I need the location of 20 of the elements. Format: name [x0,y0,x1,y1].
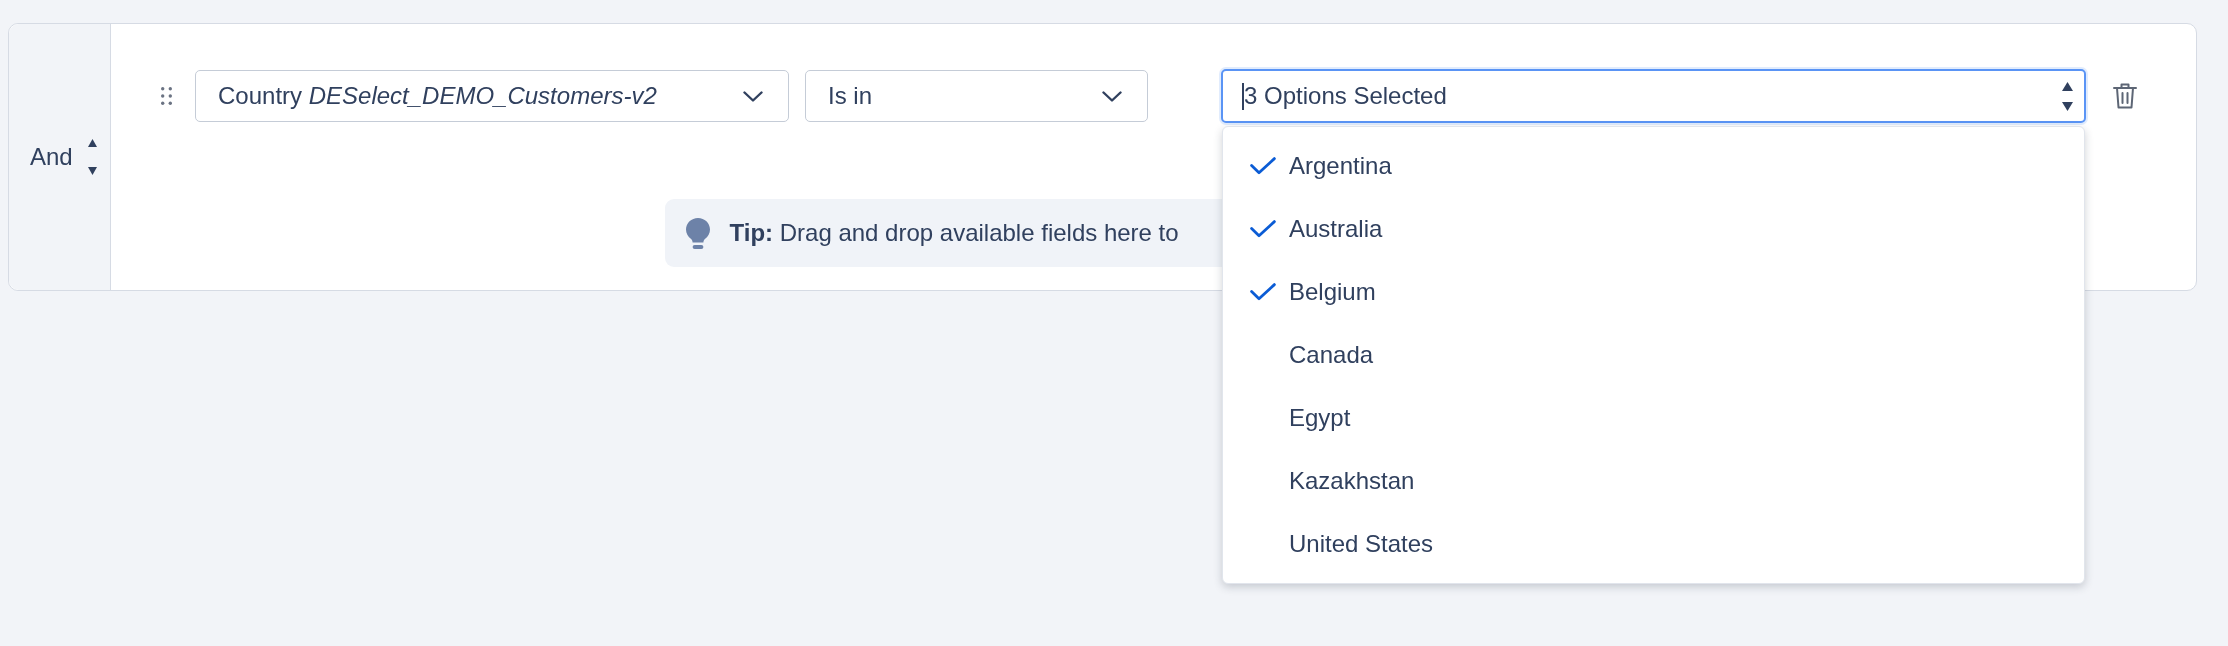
dropdown-option[interactable]: Belgium [1223,260,2084,323]
dropdown-option[interactable]: Canada [1223,323,2084,386]
operator-select[interactable]: Is in [805,70,1148,122]
tip-text: Tip: Drag and drop available fields here to [729,218,1179,248]
chevron-down-icon [1102,90,1122,102]
values-combobox[interactable]: 3 Options Selected [1221,69,2086,123]
dropdown-option[interactable]: United States [1223,512,2084,575]
dropdown-option[interactable]: Australia [1223,197,2084,260]
trash-icon[interactable] [2113,83,2137,109]
sort-arrows-icon [87,139,97,175]
drag-handle-icon[interactable] [161,87,172,105]
dropdown-option[interactable]: Kazakhstan [1223,449,2084,512]
dropdown-option[interactable]: Egypt [1223,386,2084,449]
field-select[interactable]: Country DESelect_DEMO_Customers-v2 [195,70,789,122]
dropdown-option[interactable]: Argentina [1223,134,2084,197]
text-cursor-icon [1242,82,1244,110]
sort-arrows-icon [2062,81,2073,111]
logic-toggle[interactable]: And [29,139,97,175]
lightbulb-icon [685,217,710,249]
chevron-down-icon [743,90,763,102]
